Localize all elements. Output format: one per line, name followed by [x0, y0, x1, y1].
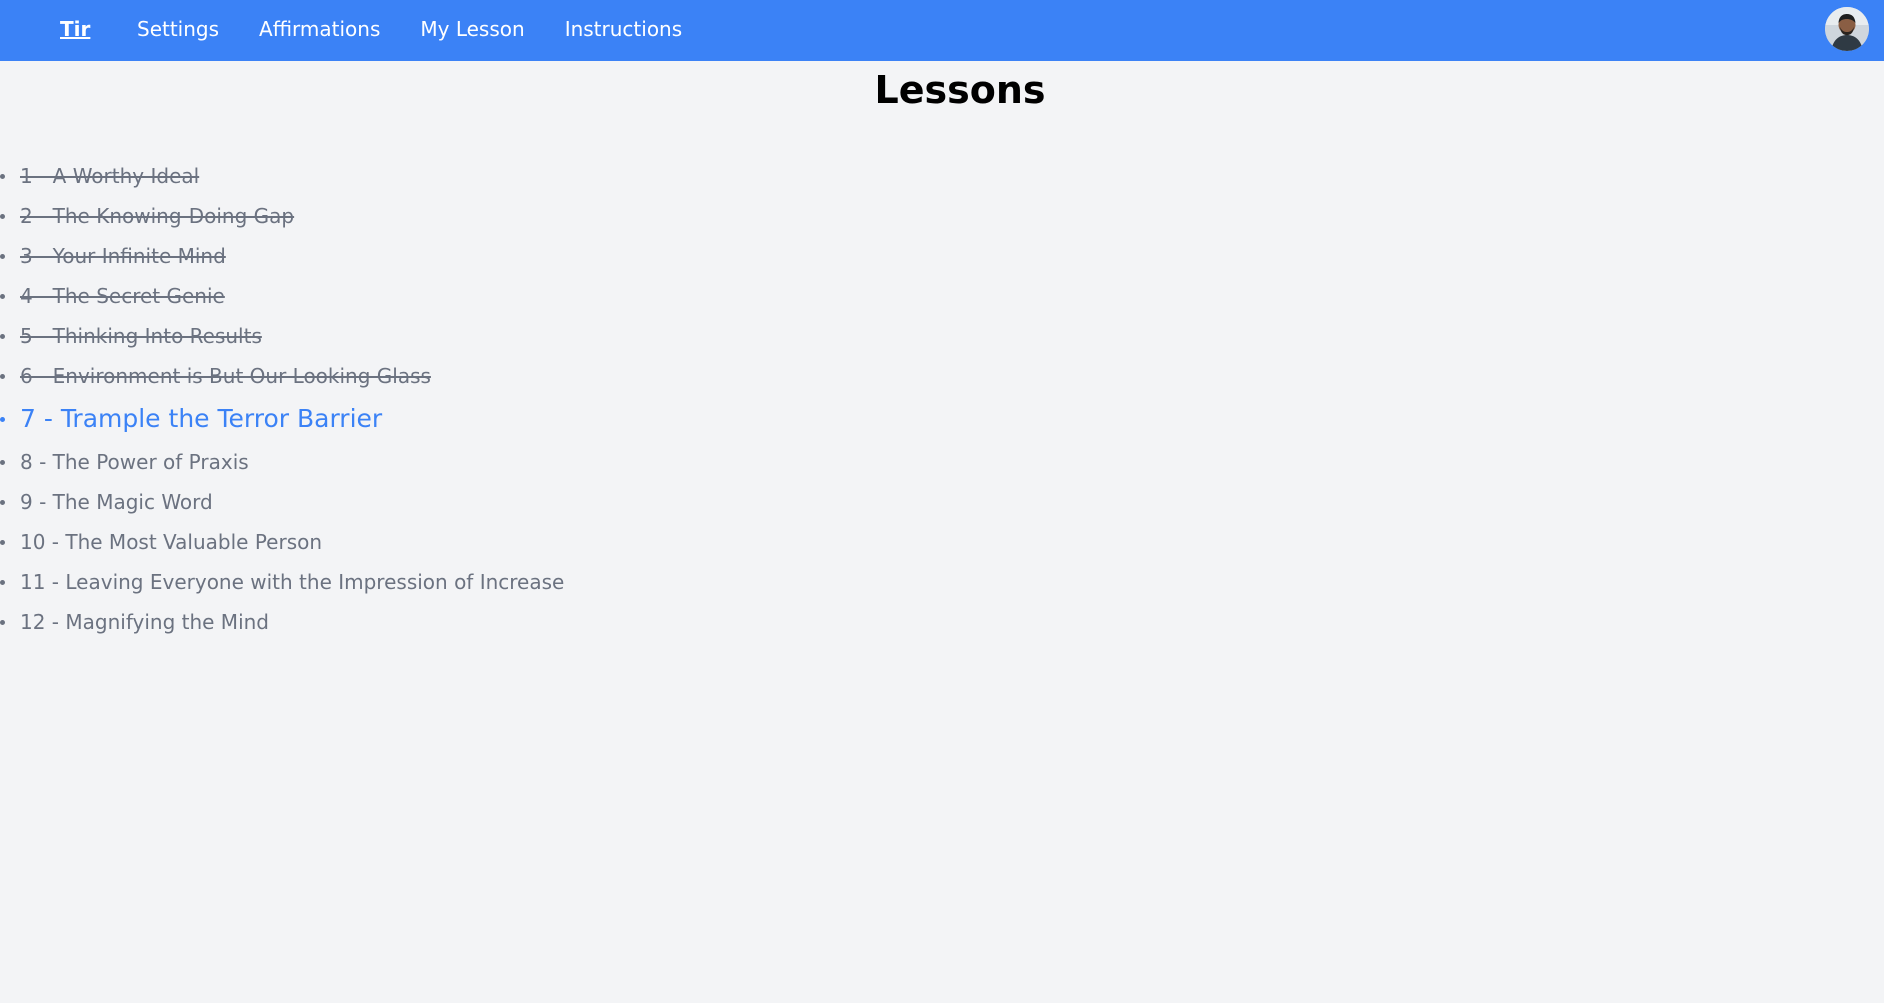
lesson-item-11[interactable]: 11 - Leaving Everyone with the Impressio…: [0, 562, 564, 602]
lesson-label: 7 - Trample the Terror Barrier: [20, 404, 383, 433]
lesson-label: 5 - Thinking Into Results: [20, 324, 262, 348]
lesson-item-3[interactable]: 3 - Your Infinite Mind: [0, 236, 564, 276]
lesson-item-5[interactable]: 5 - Thinking Into Results: [0, 316, 564, 356]
lesson-label: 3 - Your Infinite Mind: [20, 244, 226, 268]
nav-link-settings[interactable]: Settings: [137, 16, 219, 42]
lesson-label: 6 - Environment is But Our Looking Glass: [20, 364, 431, 388]
page-title: Lessons: [874, 68, 1046, 112]
user-avatar[interactable]: [1825, 7, 1869, 51]
lesson-label: 2 - The Knowing-Doing Gap: [20, 204, 295, 228]
nav-link-affirmations[interactable]: Affirmations: [259, 16, 380, 42]
lesson-item-7[interactable]: 7 - Trample the Terror Barrier: [0, 396, 564, 442]
avatar-photo-icon: [1825, 7, 1869, 51]
lesson-label: 4 - The Secret Genie: [20, 284, 225, 308]
lesson-label: 10 - The Most Valuable Person: [20, 530, 323, 554]
lesson-label: 11 - Leaving Everyone with the Impressio…: [20, 570, 565, 594]
lesson-item-8[interactable]: 8 - The Power of Praxis: [0, 442, 564, 482]
lesson-item-6[interactable]: 6 - Environment is But Our Looking Glass: [0, 356, 564, 396]
lesson-label: 8 - The Power of Praxis: [20, 450, 249, 474]
lesson-label: 12 - Magnifying the Mind: [20, 610, 269, 634]
lesson-list: 1 - A Worthy Ideal 2 - The Knowing-Doing…: [0, 156, 564, 642]
lesson-item-12[interactable]: 12 - Magnifying the Mind: [0, 602, 564, 642]
nav-link-instructions[interactable]: Instructions: [565, 16, 682, 42]
nav-links: Settings Affirmations My Lesson Instruct…: [137, 16, 722, 42]
lesson-item-9[interactable]: 9 - The Magic Word: [0, 482, 564, 522]
lesson-item-10[interactable]: 10 - The Most Valuable Person: [0, 522, 564, 562]
top-navbar: Tir Settings Affirmations My Lesson Inst…: [0, 0, 1884, 61]
brand-link[interactable]: Tir: [60, 16, 90, 42]
lesson-label: 9 - The Magic Word: [20, 490, 213, 514]
lesson-item-4[interactable]: 4 - The Secret Genie: [0, 276, 564, 316]
lesson-item-1[interactable]: 1 - A Worthy Ideal: [0, 156, 564, 196]
lesson-label: 1 - A Worthy Ideal: [20, 164, 200, 188]
lesson-item-2[interactable]: 2 - The Knowing-Doing Gap: [0, 196, 564, 236]
nav-link-my-lesson[interactable]: My Lesson: [420, 16, 524, 42]
